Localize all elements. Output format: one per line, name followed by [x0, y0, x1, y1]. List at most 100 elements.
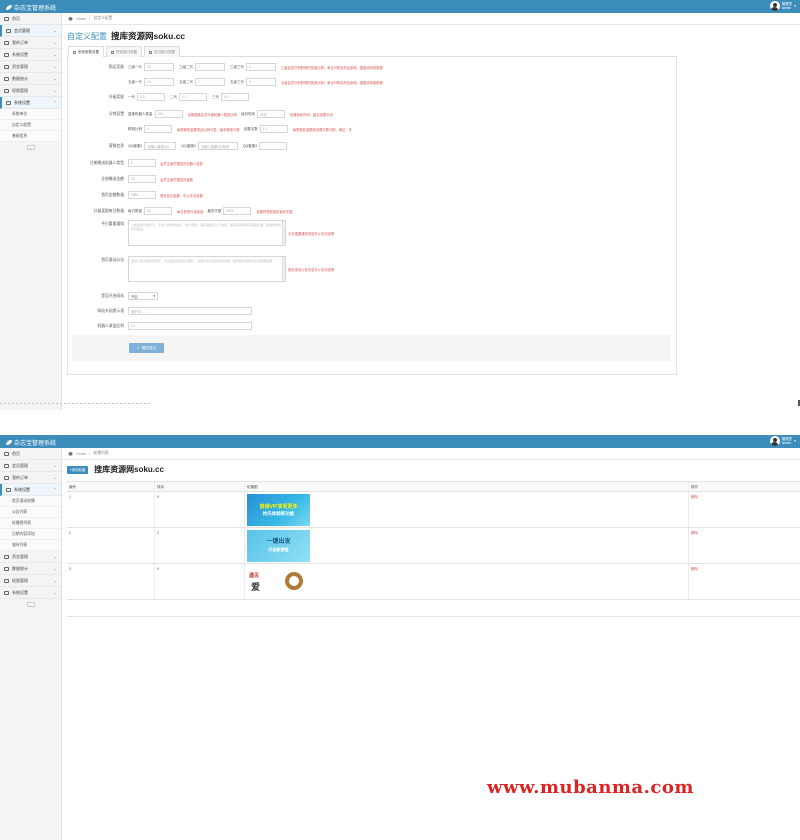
- site-open-select[interactable]: 开启 ▾: [128, 292, 158, 300]
- robot-ratio-input[interactable]: 10: [128, 322, 252, 330]
- sidebar-item-system[interactable]: 系统设置 ⌃: [0, 484, 61, 496]
- register-amount-input[interactable]: 10: [128, 175, 156, 183]
- sub-label: 返利时间: [240, 111, 255, 116]
- scroll-notice-textarea[interactable]: 滚动公告内容示例文字，平台最新动态信息展示，请用户关注最新活动内容，如有疑问请联…: [128, 256, 286, 282]
- scrollbar[interactable]: [282, 221, 285, 245]
- sidebar-collapse-button[interactable]: «: [26, 145, 35, 150]
- form-actions: ✔ 确定提交: [72, 335, 670, 361]
- delete-link[interactable]: 删除: [691, 567, 698, 572]
- sub-label: 三级一代: [128, 64, 142, 69]
- breadcrumb-separator: ›: [89, 451, 91, 456]
- qq-service1-input[interactable]: 请输入客服QQ: [144, 142, 177, 150]
- column-header-id[interactable]: 编号: [67, 482, 155, 491]
- release-days-input[interactable]: 1.2: [259, 125, 288, 133]
- breadcrumb-current: 轮播列表: [93, 451, 109, 455]
- sidebar-item-home[interactable]: 首页: [0, 448, 61, 460]
- upgrade-gen3-input[interactable]: 0.1: [221, 93, 249, 101]
- sidebar-subitem[interactable]: 自定义配置: [0, 120, 61, 131]
- sidebar-subitem[interactable]: 日期内容添加: [0, 529, 61, 540]
- column-header-sort[interactable]: 排序: [155, 482, 245, 491]
- reward5-level1-input[interactable]: 10: [144, 78, 174, 86]
- sidebar-item-stats[interactable]: 数据统计 ⌄: [0, 563, 61, 575]
- home-amount-input[interactable]: 3950: [128, 191, 156, 199]
- release-ratio-input[interactable]: 1: [144, 125, 172, 133]
- sidebar-subitem[interactable]: 公告列表: [0, 507, 61, 518]
- sidebar-item-system[interactable]: 系统设置 ⌄: [0, 49, 61, 61]
- sidebar-subitem[interactable]: 城市列表: [0, 540, 61, 551]
- cell-image: 一键出发 开启新旅程: [245, 528, 689, 563]
- sidebar-item-permissions[interactable]: 权限管理 ⌄: [0, 85, 61, 97]
- app-brand[interactable]: 杂志宝管理系统: [6, 438, 56, 447]
- reward5-level2-input[interactable]: 7: [195, 78, 225, 86]
- scrollbar[interactable]: [282, 257, 285, 281]
- field-group: QQ客服1 请输入客服QQ: [128, 142, 177, 150]
- upgrade-gen2-input[interactable]: 0.3: [179, 93, 207, 101]
- qq-service3-input[interactable]: [259, 142, 288, 150]
- carousel-toolbar: +添加轮播 搜库资源网soku.cc: [67, 464, 800, 475]
- column-header-image[interactable]: 轮播图: [245, 482, 689, 491]
- sidebar-subitem[interactable]: 基础信息: [0, 131, 61, 142]
- hint-text: 设置直推会员分销机器人奖励比例: [187, 112, 237, 117]
- chevron-down-icon: ⌄: [53, 52, 57, 57]
- user-menu[interactable]: 管理员 admin ▾: [769, 1, 796, 11]
- sub-label: 五级三代: [230, 79, 244, 84]
- save-button[interactable]: ✔ 确定提交: [129, 343, 164, 353]
- sidebar-item-orders[interactable]: 我的订单 ⌄: [0, 37, 61, 49]
- qq-service2-input[interactable]: 请输入客服QQ号码: [197, 142, 238, 150]
- sidebar-item-members[interactable]: 会员管理 ⌄: [0, 460, 61, 472]
- field-label: 升级奖励: [108, 94, 124, 99]
- close-message-input[interactable]: 维护中……: [128, 307, 252, 315]
- chevron-down-icon: ▾: [794, 439, 796, 443]
- notice-textarea[interactable]: 公告内容示例文字，平台公告通知信息，用户须知，请仔细阅读以下内容，如有疑问请联系…: [128, 220, 286, 246]
- reward-level2-input[interactable]: 7: [195, 63, 225, 71]
- tab-label: 系统参数设置: [78, 50, 99, 54]
- sidebar-subitem[interactable]: 系统单位: [0, 109, 61, 120]
- carousel-image[interactable]: 一键出发 开启新旅程: [247, 530, 310, 562]
- rebate-days-input[interactable]: 30天: [256, 110, 285, 118]
- sidebar-item-permissions[interactable]: 权限管理 ⌄: [0, 575, 61, 587]
- sidebar-subitem[interactable]: 首页滚动轮播: [0, 496, 61, 507]
- tab-payment[interactable]: 支付接口设置: [144, 46, 180, 57]
- sidebar-item-members[interactable]: 会员管理 ⌄: [0, 25, 61, 37]
- register-robot-input[interactable]: 1: [128, 159, 156, 167]
- carousel-image[interactable]: 遇见 爱: [247, 566, 310, 598]
- sidebar-item-funds[interactable]: 资金管理 ⌄: [0, 61, 61, 73]
- file-icon: [4, 88, 9, 93]
- field-group: 最多天数 1000: [207, 207, 252, 215]
- delete-link[interactable]: 删除: [691, 531, 698, 536]
- add-carousel-button[interactable]: +添加轮播: [67, 465, 89, 474]
- sidebar-item-stats[interactable]: 数据统计 ⌄: [0, 73, 61, 85]
- sidebar-item-settings[interactable]: 系统设置 ⌃: [0, 97, 61, 109]
- sidebar-item-home[interactable]: 首页: [0, 13, 61, 25]
- sidebar-item-orders[interactable]: 我的订单 ⌄: [0, 472, 61, 484]
- delete-link[interactable]: 删除: [691, 495, 698, 500]
- app-brand[interactable]: 杂志宝管理系统: [6, 3, 56, 12]
- field-label: 客服信息: [108, 143, 124, 148]
- sub-label: 五级一代: [128, 79, 142, 84]
- sidebar-subitem[interactable]: 轮播图列表: [0, 518, 61, 529]
- reward-level3-input[interactable]: 4: [246, 63, 276, 71]
- chevron-down-icon: ⌄: [53, 76, 57, 81]
- daily-count-input[interactable]: 50: [144, 207, 172, 215]
- sidebar-item-funds[interactable]: 资金管理 ⌄: [0, 551, 61, 563]
- horizontal-scrollbar[interactable]: [0, 403, 150, 404]
- reward5-level3-input[interactable]: 4: [246, 78, 276, 86]
- column-header-action[interactable]: 操作: [689, 482, 800, 491]
- lock-icon: [149, 50, 152, 54]
- hint-text: 每日获得分量奖励: [177, 209, 204, 214]
- field-label: 是否开启网站: [101, 293, 124, 298]
- sidebar-item-settings[interactable]: 系统设置 ⌄: [0, 587, 61, 599]
- upgrade-gen1-input[interactable]: 0.5: [137, 93, 165, 101]
- carousel-image[interactable]: 普通VIP享受更多 抢先体验新功能: [247, 494, 310, 526]
- max-days-input[interactable]: 1000: [223, 207, 252, 215]
- sidebar-collapse-button[interactable]: «: [26, 602, 35, 607]
- tab-sms[interactable]: 短信接口设置: [106, 46, 142, 57]
- breadcrumb-home[interactable]: Home: [76, 452, 86, 456]
- user-info: 管理员 admin: [782, 437, 793, 445]
- chevron-down-icon: ⌄: [53, 566, 57, 571]
- breadcrumb-home[interactable]: Home: [76, 17, 86, 21]
- user-menu[interactable]: 管理员 admin ▾: [769, 436, 796, 446]
- form-row-daily-reward: 分量奖励每日数量 每日数量 50 每日获得分量奖励 最多天数 1000 设置获得奖励…: [68, 206, 676, 216]
- robot-count-input[interactable]: 100: [154, 110, 183, 118]
- reward-level1-input[interactable]: 10: [144, 63, 174, 71]
